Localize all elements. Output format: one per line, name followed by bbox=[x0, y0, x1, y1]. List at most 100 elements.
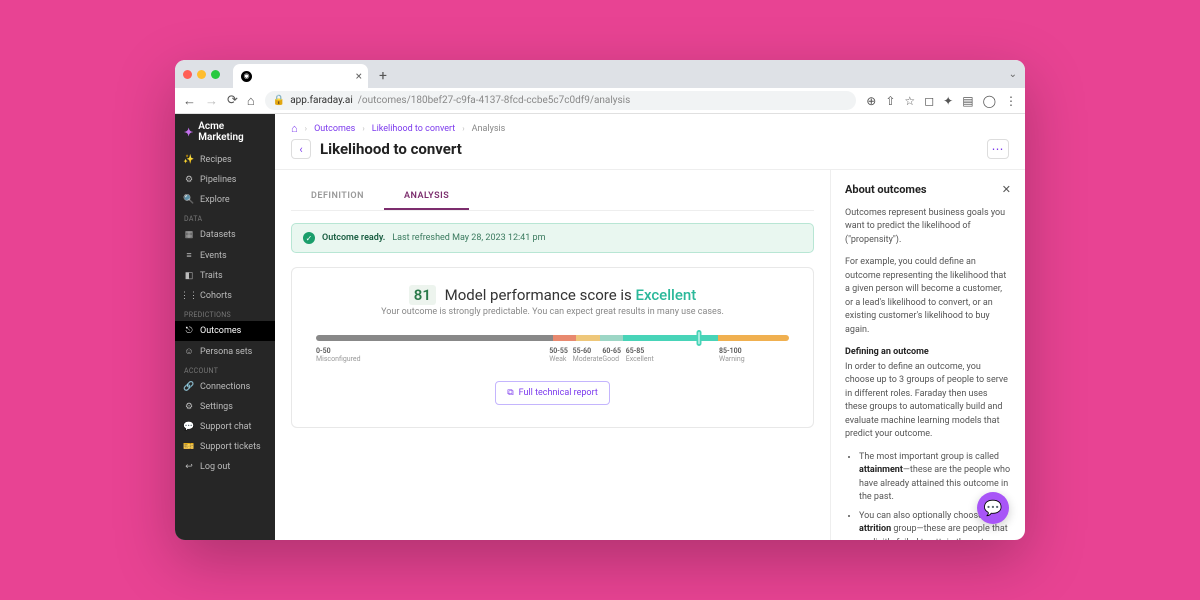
sidebar-label: Log out bbox=[200, 462, 230, 472]
sidebar-item-persona-sets[interactable]: ☺Persona sets bbox=[175, 341, 275, 362]
content-row: DEFINITION ANALYSIS ✓ Outcome ready. Las… bbox=[275, 169, 1025, 540]
sidebar-label: Explore bbox=[200, 195, 230, 205]
sidebar-icon: ▦ bbox=[184, 230, 194, 240]
bookmarks-icon[interactable]: ▤ bbox=[962, 94, 973, 108]
breadcrumb-home-icon[interactable]: ⌂ bbox=[291, 122, 298, 135]
about-panel: About outcomes ✕ Outcomes represent busi… bbox=[830, 170, 1025, 540]
logo-icon: ✦ bbox=[184, 126, 193, 139]
menu-icon[interactable]: ⋮ bbox=[1005, 94, 1017, 108]
score-tick: 50-55Weak bbox=[549, 347, 572, 363]
sidebar-item-pipelines[interactable]: ⚙Pipelines bbox=[175, 170, 275, 190]
breadcrumb-item: Analysis bbox=[472, 124, 506, 134]
sidebar-label: Datasets bbox=[200, 230, 236, 240]
score-headline: 81 Model performance score is Excellent bbox=[308, 286, 797, 304]
bar-seg-weak bbox=[553, 335, 577, 341]
new-tab-button[interactable]: + bbox=[379, 68, 387, 84]
tab-analysis[interactable]: ANALYSIS bbox=[384, 184, 469, 210]
sidebar-item-explore[interactable]: 🔍 Explore bbox=[175, 190, 275, 210]
bar-seg-excellent bbox=[623, 335, 718, 341]
close-panel-icon[interactable]: ✕ bbox=[1002, 182, 1011, 199]
sidebar-icon: ⚙ bbox=[184, 402, 194, 412]
sidebar-label: Events bbox=[200, 251, 227, 261]
back-button[interactable]: ‹ bbox=[291, 139, 311, 159]
maximize-window-icon[interactable] bbox=[211, 70, 220, 79]
full-report-button[interactable]: ⧉ Full technical report bbox=[495, 381, 610, 405]
score-ticks: 0-50Misconfigured50-55Weak55-60Moderate6… bbox=[316, 347, 789, 363]
minimize-window-icon[interactable] bbox=[197, 70, 206, 79]
window-controls[interactable] bbox=[183, 70, 220, 79]
favicon-icon: ◉ bbox=[241, 71, 252, 82]
sidebar-item-support-tickets[interactable]: 🎫Support tickets bbox=[175, 437, 275, 457]
sidebar-icon: 🔍 bbox=[184, 195, 194, 205]
page-header: ‹ Likelihood to convert ⋯ bbox=[275, 135, 1025, 169]
sidebar-label: Persona sets bbox=[200, 347, 252, 357]
forward-icon[interactable]: → bbox=[205, 93, 218, 109]
score-text: Model performance score is bbox=[445, 286, 636, 304]
breadcrumb: ⌂ › Outcomes › Likelihood to convert › A… bbox=[275, 114, 1025, 135]
sidebar-label: Outcomes bbox=[200, 326, 241, 336]
home-icon[interactable]: ⌂ bbox=[247, 93, 255, 109]
sidebar-item-outcomes[interactable]: ⎋Outcomes bbox=[175, 321, 275, 341]
profile-icon[interactable]: ◯ bbox=[983, 94, 996, 108]
url-host: app.faraday.ai bbox=[290, 95, 353, 106]
sidebar-item-traits[interactable]: ◧Traits bbox=[175, 266, 275, 286]
status-banner: ✓ Outcome ready. Last refreshed May 28, … bbox=[291, 223, 814, 253]
zoom-icon[interactable]: ⊕ bbox=[866, 94, 876, 108]
sidebar-item-connections[interactable]: 🔗Connections bbox=[175, 377, 275, 397]
more-menu-button[interactable]: ⋯ bbox=[987, 139, 1009, 159]
org-name: Acme Marketing bbox=[198, 121, 266, 143]
sidebar: ✦ Acme Marketing ✨Recipes⚙Pipelines🔍Expl… bbox=[175, 114, 275, 540]
tab-definition[interactable]: DEFINITION bbox=[291, 184, 384, 210]
browser-tab-strip: ◉ × + ⌄ bbox=[175, 60, 1025, 88]
sidebar-icon: ↩ bbox=[184, 462, 194, 472]
chat-widget-button[interactable]: 💬 bbox=[977, 492, 1009, 524]
report-button-label: Full technical report bbox=[519, 388, 598, 398]
tab-overflow-icon[interactable]: ⌄ bbox=[1009, 69, 1017, 80]
sidebar-category: DATA bbox=[175, 210, 275, 225]
sidebar-icon: ⋮⋮ bbox=[184, 291, 194, 301]
score-value: 81 bbox=[409, 285, 436, 305]
share-icon[interactable]: ⇧ bbox=[885, 94, 895, 108]
app-body: ✦ Acme Marketing ✨Recipes⚙Pipelines🔍Expl… bbox=[175, 114, 1025, 540]
sidebar-icon: 🎫 bbox=[184, 442, 194, 452]
sidebar-icon: ✨ bbox=[184, 155, 194, 165]
sidebar-category: ACCOUNT bbox=[175, 362, 275, 377]
sidebar-label: Pipelines bbox=[200, 175, 236, 185]
sidebar-label: Recipes bbox=[200, 155, 232, 165]
reload-icon[interactable]: ⟳ bbox=[227, 93, 238, 108]
url-path: /outcomes/180bef27-c9fa-4137-8fcd-ccbe5c… bbox=[358, 95, 630, 106]
close-window-icon[interactable] bbox=[183, 70, 192, 79]
org-header[interactable]: ✦ Acme Marketing bbox=[175, 114, 275, 150]
panel-text: Outcomes represent business goals you wa… bbox=[845, 207, 1011, 248]
sidebar-item-cohorts[interactable]: ⋮⋮Cohorts bbox=[175, 286, 275, 306]
sidebar-item-recipes[interactable]: ✨ Recipes bbox=[175, 150, 275, 170]
breadcrumb-item[interactable]: Outcomes bbox=[314, 124, 355, 134]
star-icon[interactable]: ☆ bbox=[904, 94, 915, 108]
sidebar-item-events[interactable]: ≡Events bbox=[175, 245, 275, 266]
back-icon[interactable]: ← bbox=[183, 93, 196, 109]
score-tick: 55-60Moderate bbox=[573, 347, 603, 363]
camera-icon[interactable]: ◻ bbox=[924, 94, 934, 108]
score-bar: 0-50Misconfigured50-55Weak55-60Moderate6… bbox=[316, 335, 789, 363]
sidebar-item-settings[interactable]: ⚙Settings bbox=[175, 397, 275, 417]
bar-seg-warning bbox=[718, 335, 789, 341]
extension-icon[interactable]: ✦ bbox=[943, 94, 953, 108]
sidebar-label: Traits bbox=[200, 271, 223, 281]
main-area: ⌂ › Outcomes › Likelihood to convert › A… bbox=[275, 114, 1025, 540]
sidebar-label: Connections bbox=[200, 382, 250, 392]
score-tick: 60-65Good bbox=[602, 347, 625, 363]
sidebar-item-log-out[interactable]: ↩ Log out bbox=[175, 457, 275, 477]
panel-title: About outcomes bbox=[845, 182, 927, 199]
close-tab-icon[interactable]: × bbox=[356, 69, 362, 83]
sidebar-label: Support chat bbox=[200, 422, 252, 432]
breadcrumb-item[interactable]: Likelihood to convert bbox=[372, 124, 456, 134]
external-link-icon: ⧉ bbox=[507, 388, 513, 398]
sidebar-item-datasets[interactable]: ▦ Datasets bbox=[175, 225, 275, 245]
browser-tab[interactable]: ◉ × bbox=[233, 64, 368, 88]
bar-seg-good bbox=[600, 335, 624, 341]
address-bar[interactable]: 🔒 app.faraday.ai/outcomes/180bef27-c9fa-… bbox=[265, 91, 857, 110]
sidebar-item-support-chat[interactable]: 💬Support chat bbox=[175, 417, 275, 437]
score-subtitle: Your outcome is strongly predictable. Yo… bbox=[308, 307, 797, 317]
banner-title: Outcome ready. bbox=[322, 233, 385, 243]
browser-toolbar: ← → ⟳ ⌂ 🔒 app.faraday.ai/outcomes/180bef… bbox=[175, 88, 1025, 114]
